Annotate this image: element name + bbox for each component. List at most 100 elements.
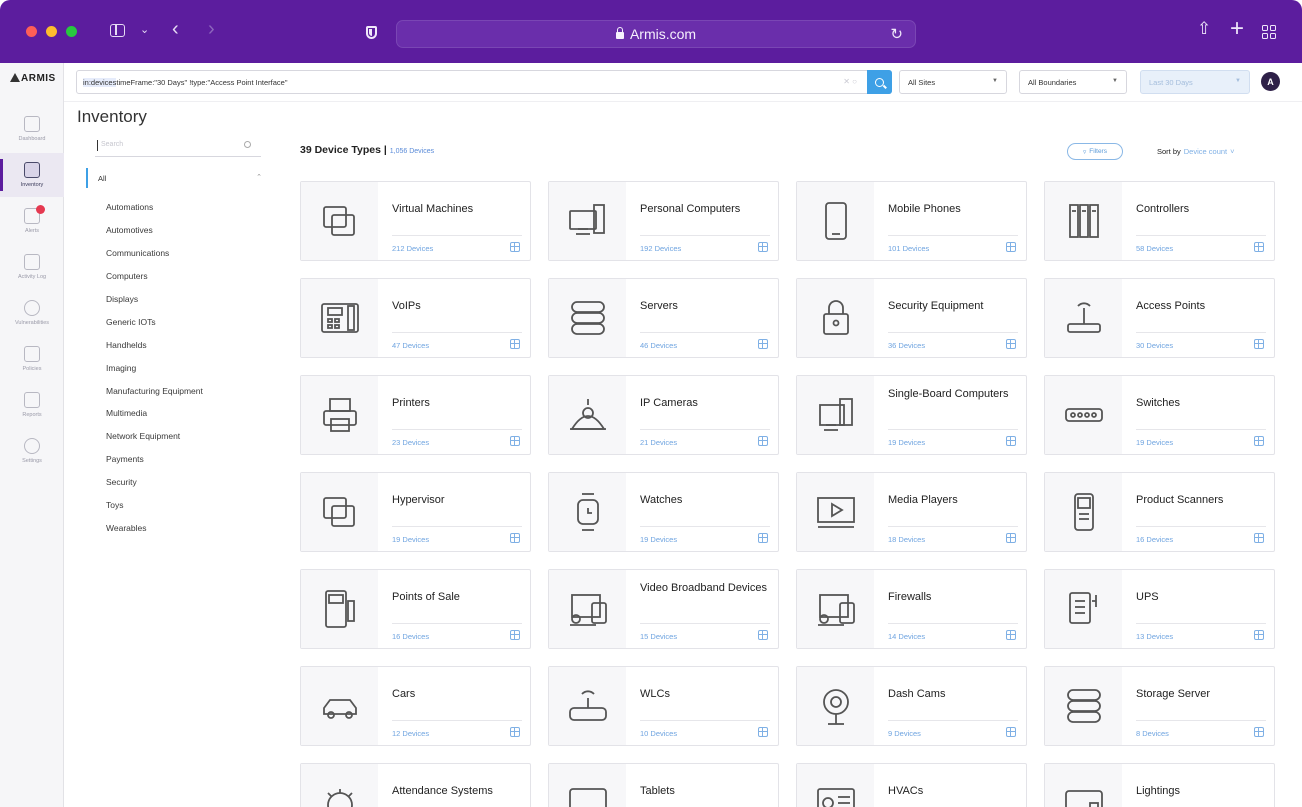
zoom-window-button[interactable] [66, 26, 77, 37]
device-count-link[interactable]: 58 Devices [1136, 244, 1173, 253]
device-count-link[interactable]: 18 Devices [888, 535, 925, 544]
chevron-down-icon[interactable]: ⌄ [140, 23, 149, 36]
category-item[interactable]: Displays [106, 288, 203, 311]
device-count-link[interactable]: 21 Devices [640, 438, 677, 447]
category-item[interactable]: Toys [106, 494, 203, 517]
category-item[interactable]: Imaging [106, 356, 203, 379]
category-item[interactable]: Generic IOTs [106, 310, 203, 333]
nav-inventory[interactable]: Inventory [0, 153, 64, 197]
category-search-input[interactable]: Search [95, 135, 261, 157]
device-count-link[interactable]: 36 Devices [888, 341, 925, 350]
device-type-card[interactable]: Watches 19 Devices [548, 472, 779, 552]
category-item[interactable]: Manufacturing Equipment [106, 379, 203, 402]
grid-view-icon[interactable] [758, 727, 768, 737]
filters-button[interactable]: ▿ Filters [1067, 143, 1123, 160]
device-count-link[interactable]: 19 Devices [888, 438, 925, 447]
avatar[interactable]: A [1261, 72, 1280, 91]
device-type-card[interactable]: VoIPs 47 Devices [300, 278, 531, 358]
nav-settings[interactable]: Settings [0, 429, 64, 473]
boundaries-dropdown[interactable]: All Boundaries ▼ [1019, 70, 1127, 94]
minimize-window-button[interactable] [46, 26, 57, 37]
grid-view-icon[interactable] [758, 630, 768, 640]
grid-view-icon[interactable] [758, 339, 768, 349]
device-type-card[interactable]: Firewalls 14 Devices [796, 569, 1027, 649]
device-count-link[interactable]: 30 Devices [1136, 341, 1173, 350]
device-type-card[interactable]: Security Equipment 36 Devices [796, 278, 1027, 358]
nav-vulnerabilities[interactable]: Vulnerabilities [0, 291, 64, 335]
grid-view-icon[interactable] [510, 630, 520, 640]
device-count-link[interactable]: 8 Devices [1136, 729, 1169, 738]
device-type-card[interactable]: Controllers 58 Devices [1044, 181, 1275, 261]
device-type-card[interactable]: Printers 23 Devices [300, 375, 531, 455]
device-type-card[interactable]: Video Broadband Devices 15 Devices [548, 569, 779, 649]
sites-dropdown[interactable]: All Sites ▼ [899, 70, 1007, 94]
category-item[interactable]: Communications [106, 242, 203, 265]
device-type-card[interactable]: Mobile Phones 101 Devices [796, 181, 1027, 261]
device-type-card[interactable]: Virtual Machines 212 Devices [300, 181, 531, 261]
category-item[interactable]: Payments [106, 448, 203, 471]
grid-view-icon[interactable] [1006, 630, 1016, 640]
device-count-link[interactable]: 12 Devices [392, 729, 429, 738]
grid-view-icon[interactable] [1006, 242, 1016, 252]
search-query-input[interactable]: in:devices timeFrame:"30 Days" !type:"Ac… [76, 70, 892, 94]
device-count-link[interactable]: 101 Devices [888, 244, 929, 253]
device-type-card[interactable]: UPS 13 Devices [1044, 569, 1275, 649]
device-count-link[interactable]: 46 Devices [640, 341, 677, 350]
device-type-card[interactable]: Lightings [1044, 763, 1275, 807]
device-type-card[interactable]: Cars 12 Devices [300, 666, 531, 746]
share-icon[interactable]: ⇧ [1197, 19, 1211, 39]
device-count-link[interactable]: 212 Devices [392, 244, 433, 253]
grid-view-icon[interactable] [758, 242, 768, 252]
category-item[interactable]: Automations [106, 196, 203, 219]
grid-view-icon[interactable] [510, 339, 520, 349]
tab-overview-icon[interactable] [1262, 25, 1276, 39]
device-count-link[interactable]: 15 Devices [640, 632, 677, 641]
reload-icon[interactable]: ↻ [890, 25, 903, 43]
device-count-link[interactable]: 16 Devices [392, 632, 429, 641]
nav-dashboard[interactable]: Dashboard [0, 107, 64, 151]
nav-activity-log[interactable]: Activity Log [0, 245, 64, 289]
device-count-link[interactable]: 19 Devices [392, 535, 429, 544]
device-count-link[interactable]: 23 Devices [392, 438, 429, 447]
new-tab-icon[interactable]: + [1230, 15, 1244, 43]
address-bar[interactable]: Armis.com ↻ [396, 20, 916, 48]
device-type-card[interactable]: Media Players 18 Devices [796, 472, 1027, 552]
nav-alerts[interactable]: Alerts [0, 199, 64, 243]
device-type-card[interactable]: Attendance Systems [300, 763, 531, 807]
device-type-card[interactable]: Tablets [548, 763, 779, 807]
device-count-link[interactable]: 19 Devices [1136, 438, 1173, 447]
back-arrow-icon[interactable]: ‹ [172, 18, 179, 41]
nav-reports[interactable]: Reports [0, 383, 64, 427]
clear-query-icon[interactable]: ✕ ○ [843, 77, 857, 86]
device-type-card[interactable]: Storage Server 8 Devices [1044, 666, 1275, 746]
device-count-link[interactable]: 9 Devices [888, 729, 921, 738]
grid-view-icon[interactable] [1254, 436, 1264, 446]
privacy-shield-icon[interactable] [366, 26, 377, 39]
category-item[interactable]: Handhelds [106, 333, 203, 356]
device-count-link[interactable]: 16 Devices [1136, 535, 1173, 544]
grid-view-icon[interactable] [1006, 339, 1016, 349]
grid-view-icon[interactable] [510, 242, 520, 252]
device-count-link[interactable]: 192 Devices [640, 244, 681, 253]
grid-view-icon[interactable] [1254, 630, 1264, 640]
grid-view-icon[interactable] [1006, 533, 1016, 543]
category-item[interactable]: Security [106, 471, 203, 494]
device-type-card[interactable]: HVACs [796, 763, 1027, 807]
device-count-link[interactable]: 13 Devices [1136, 632, 1173, 641]
grid-view-icon[interactable] [1006, 436, 1016, 446]
device-type-card[interactable]: Access Points 30 Devices [1044, 278, 1275, 358]
category-all[interactable]: All ⌃ [86, 168, 262, 188]
category-item[interactable]: Automotives [106, 219, 203, 242]
grid-view-icon[interactable] [758, 436, 768, 446]
sidebar-toggle-icon[interactable] [110, 24, 125, 37]
device-count-link[interactable]: 14 Devices [888, 632, 925, 641]
devices-count-link[interactable]: 1,056 Devices [390, 148, 434, 155]
device-type-card[interactable]: Hypervisor 19 Devices [300, 472, 531, 552]
chevron-up-icon[interactable]: ⌃ [256, 173, 262, 181]
device-type-card[interactable]: Switches 19 Devices [1044, 375, 1275, 455]
device-type-card[interactable]: Servers 46 Devices [548, 278, 779, 358]
armis-logo[interactable]: ARMIS [10, 73, 56, 84]
category-item[interactable]: Network Equipment [106, 425, 203, 448]
grid-view-icon[interactable] [1254, 339, 1264, 349]
category-item[interactable]: Wearables [106, 516, 203, 539]
